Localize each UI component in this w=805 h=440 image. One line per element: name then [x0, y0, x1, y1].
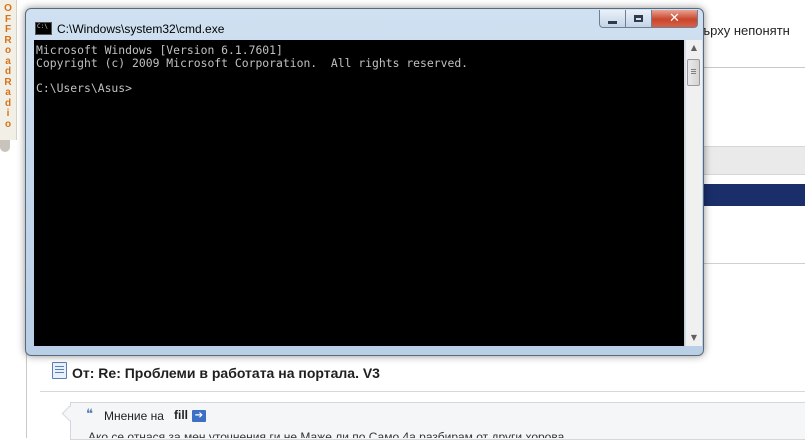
minimize-button[interactable]	[599, 10, 626, 28]
quote-author[interactable]: fill	[174, 408, 188, 422]
quote-icon: ❝	[86, 407, 93, 422]
close-icon: ✕	[669, 10, 680, 26]
window-title: C:\Windows\system32\cmd.exe	[57, 22, 225, 36]
gray-band	[700, 146, 805, 175]
console-area[interactable]: Microsoft Windows [Version 6.1.7601] Cop…	[34, 40, 684, 346]
quote-text: Ако се отнася за мен уточнения ги не Маж…	[88, 430, 565, 438]
close-button[interactable]: ✕	[652, 10, 698, 28]
minimize-icon	[608, 20, 617, 24]
divider	[700, 67, 805, 68]
console-output[interactable]: Microsoft Windows [Version 6.1.7601] Cop…	[36, 44, 468, 94]
divider	[700, 263, 805, 264]
maximize-icon	[634, 15, 643, 22]
page-top-text: ърху непонятн	[702, 23, 790, 38]
post-document-icon	[52, 362, 67, 379]
view-post-arrow-icon[interactable]: ➔	[192, 410, 206, 422]
divider	[40, 391, 805, 392]
scroll-down-arrow-icon[interactable]: ▼	[686, 330, 702, 346]
scroll-up-arrow-icon[interactable]: ▲	[686, 40, 702, 56]
grip-icon	[691, 69, 696, 70]
quote-label: Мнение на	[104, 409, 164, 423]
title-bar[interactable]: C:\ C:\Windows\system32\cmd.exe ✕	[26, 9, 703, 40]
maximize-button[interactable]	[626, 10, 652, 28]
cmd-window[interactable]: C:\ C:\Windows\system32\cmd.exe ✕ Micros…	[25, 8, 704, 356]
radio-toggle-tab[interactable]	[0, 140, 10, 152]
scrollbar-thumb[interactable]	[687, 59, 700, 86]
radio-label: OFFRoadRadio	[4, 3, 12, 130]
vertical-scrollbar[interactable]: ▲ ▼	[685, 40, 702, 346]
post-title[interactable]: От: Re: Проблеми в работата на портала. …	[72, 365, 380, 381]
offroad-radio-sidebar[interactable]: OFFRoadRadio	[0, 0, 17, 140]
cmd-icon: C:\	[35, 22, 52, 35]
window-controls: ✕	[599, 10, 698, 30]
